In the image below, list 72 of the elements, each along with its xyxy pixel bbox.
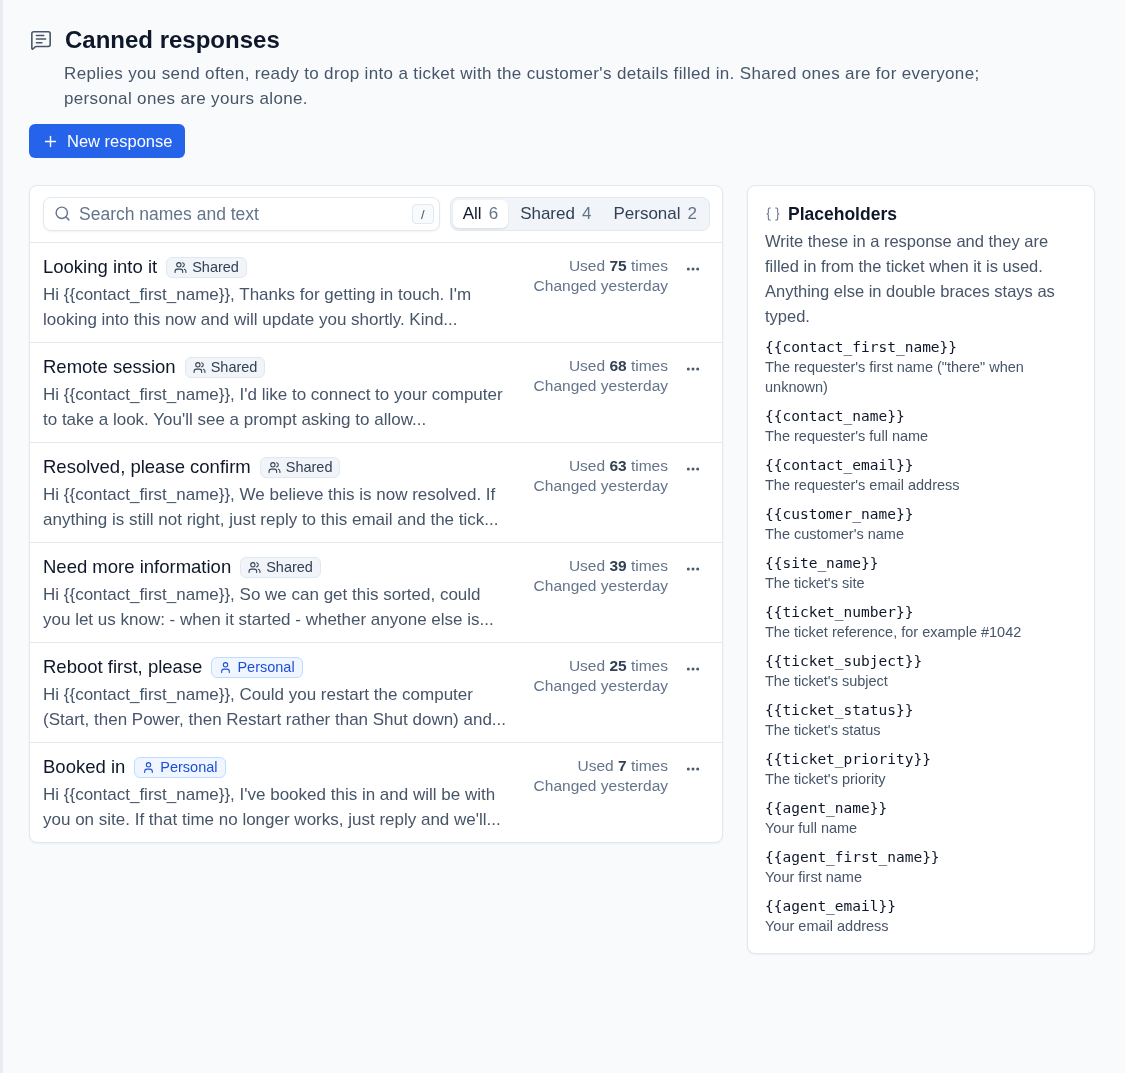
usage-count: Used 68 times bbox=[567, 356, 668, 376]
people-icon bbox=[267, 460, 281, 474]
placeholder-code: {{ticket_status}} bbox=[765, 701, 915, 720]
response-title[interactable]: Booked in bbox=[43, 756, 126, 778]
chat-bubble-icon bbox=[30, 29, 52, 51]
response-title[interactable]: Reboot first, please bbox=[43, 656, 203, 678]
braces-icon bbox=[765, 206, 781, 222]
tag-label: Shared bbox=[285, 459, 333, 475]
usage-count: Used 25 times bbox=[567, 656, 668, 676]
usage-count: Used 63 times bbox=[567, 456, 668, 476]
changed-date: Changed yesterday bbox=[533, 476, 668, 496]
changed-date: Changed yesterday bbox=[533, 576, 668, 596]
response-title[interactable]: Resolved, please confirm bbox=[43, 456, 251, 478]
tag-label: Shared bbox=[192, 259, 239, 275]
people-icon bbox=[248, 560, 262, 574]
tag-label: Personal bbox=[237, 659, 295, 675]
placeholder-description: The ticket reference, for example #1042 bbox=[765, 623, 1023, 642]
response-title[interactable]: Remote session bbox=[43, 356, 176, 378]
changed-date: Changed yesterday bbox=[533, 776, 668, 796]
usage-count: Used 39 times bbox=[567, 556, 668, 576]
filter-tab[interactable]: Personal 2 bbox=[603, 200, 707, 228]
filter-tab[interactable]: Shared 4 bbox=[510, 200, 602, 228]
people-icon bbox=[192, 360, 206, 374]
panel-title: Placeholders bbox=[788, 203, 897, 225]
placeholder-code: {{contact_email}} bbox=[765, 456, 915, 475]
placeholder-description: The ticket's site bbox=[765, 574, 866, 593]
placeholder-description: The requester's first name ("there" when unknown) bbox=[765, 358, 1025, 397]
placeholder-code: {{ticket_subject}} bbox=[765, 652, 924, 671]
response-snippet: Hi {{contact_first_name}}, I've booked this in and will be with you on site. If that time no longer works, just reply and we'll... bbox=[43, 784, 502, 831]
response-snippet: Hi {{contact_first_name}}, So we can get this sorted, could you let us know: - when it started - whether anyone else is... bbox=[43, 584, 495, 631]
placeholder-code: {{contact_name}} bbox=[765, 407, 906, 426]
changed-date: Changed yesterday bbox=[533, 276, 668, 296]
usage-count: Used 7 times bbox=[576, 756, 668, 776]
filter-tab[interactable]: All 6 bbox=[452, 200, 509, 228]
placeholder-code: {{site_name}} bbox=[765, 554, 880, 573]
placeholder-description: The ticket's status bbox=[765, 721, 882, 740]
placeholder-description: Your email address bbox=[765, 917, 890, 936]
person-icon bbox=[219, 660, 233, 674]
placeholder-code: {{agent_name}} bbox=[765, 799, 889, 818]
tag-label: Personal bbox=[160, 759, 218, 775]
response-snippet: Hi {{contact_first_name}}, Thanks for getting in touch. I'm looking into this now and will update you shortly. Kind... bbox=[43, 284, 473, 331]
response-title[interactable]: Looking into it bbox=[43, 256, 158, 278]
tag-label: Shared bbox=[266, 559, 313, 575]
shortcut-key: / bbox=[411, 204, 434, 224]
person-icon bbox=[142, 760, 156, 774]
placeholder-code: {{ticket_number}} bbox=[765, 603, 915, 622]
tag-label: Shared bbox=[210, 359, 258, 375]
usage-count: Used 75 times bbox=[567, 256, 668, 276]
placeholder-description: The ticket's subject bbox=[765, 672, 889, 691]
placeholder-code: {{contact_first_name}} bbox=[765, 338, 959, 357]
placeholder-description: Your first name bbox=[765, 868, 863, 887]
page-title: Canned responses bbox=[65, 25, 280, 55]
placeholder-description: The requester's email address bbox=[765, 476, 961, 495]
panel-description: Write these in a response and they are filled in from the ticket when it is used. Anything else in double braces stays as typed. bbox=[765, 231, 1056, 327]
changed-date: Changed yesterday bbox=[533, 376, 668, 396]
page-description: Replies you send often, ready to drop into a ticket with the customer's details filled in. Shared ones are for everyone; personal ones are yours alone. bbox=[64, 63, 981, 110]
placeholder-description: The ticket's priority bbox=[765, 770, 887, 789]
placeholder-code: {{customer_name}} bbox=[765, 505, 915, 524]
placeholder-code: {{agent_first_name}} bbox=[765, 848, 941, 867]
response-snippet: Hi {{contact_first_name}}, I'd like to connect to your computer to take a look. You'll see a prompt asking to allow... bbox=[43, 384, 504, 431]
new-response-button[interactable]: New response bbox=[29, 124, 186, 158]
placeholder-description: The requester's full name bbox=[765, 427, 930, 446]
people-icon bbox=[174, 260, 188, 274]
placeholder-description: The customer's name bbox=[765, 525, 905, 544]
response-snippet: Hi {{contact_first_name}}, We believe this is now resolved. If anything is still not right, just reply to this email and the tick... bbox=[43, 484, 500, 531]
response-snippet: Hi {{contact_first_name}}, Could you restart the computer (Start, then Power, then Restart rather than Shut down) and... bbox=[43, 684, 508, 731]
placeholder-code: {{ticket_priority}} bbox=[765, 750, 932, 769]
response-title[interactable]: Need more information bbox=[43, 556, 232, 578]
changed-date: Changed yesterday bbox=[533, 676, 668, 696]
placeholder-description: Your full name bbox=[765, 819, 859, 838]
placeholder-code: {{agent_email}} bbox=[765, 897, 897, 916]
search-icon bbox=[54, 205, 71, 222]
